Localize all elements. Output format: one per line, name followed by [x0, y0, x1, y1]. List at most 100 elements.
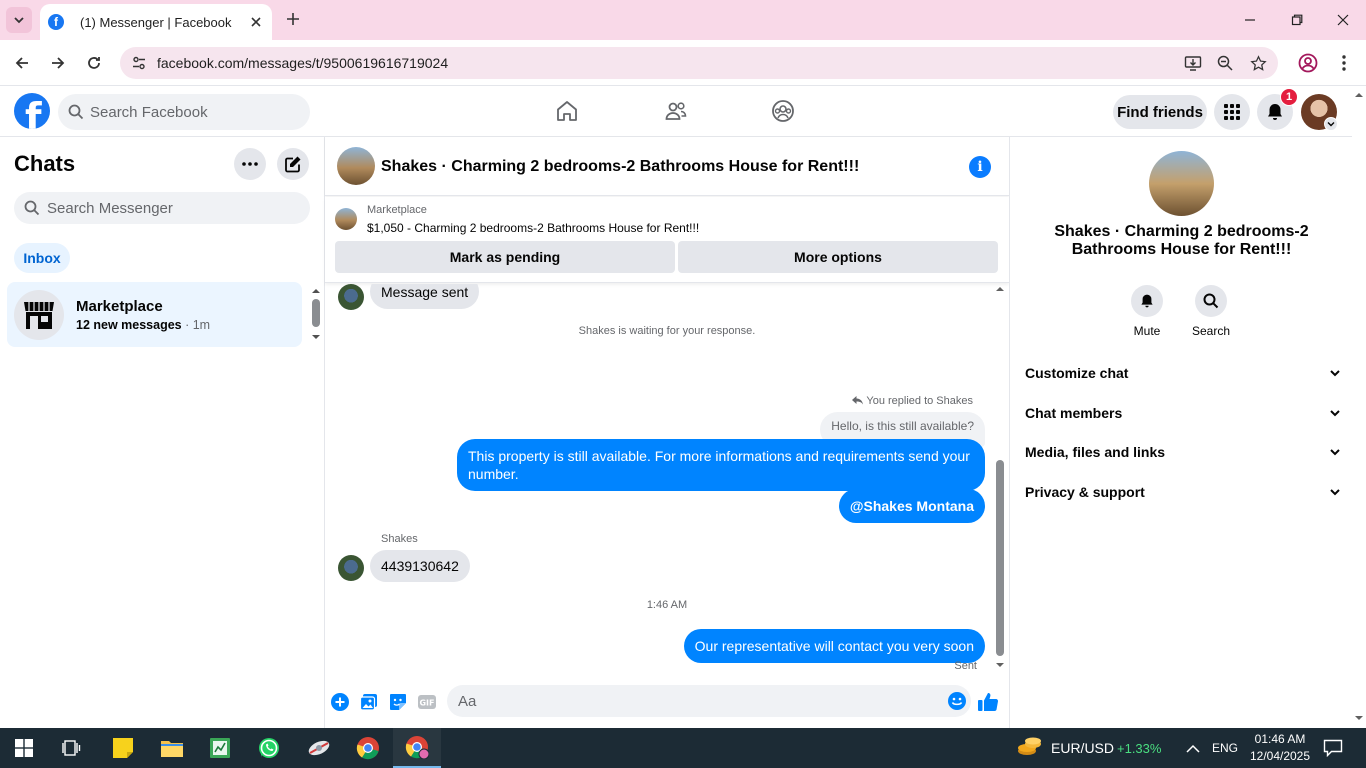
inbox-filter-tab[interactable]: Inbox [14, 243, 70, 273]
customize-chat-section[interactable]: Customize chat [1025, 355, 1341, 391]
ticker-change: +1.33% [1117, 741, 1162, 756]
page-scrollbar[interactable] [1352, 87, 1366, 728]
scrollbar-thumb[interactable] [996, 460, 1004, 656]
gif-icon: GIF [418, 695, 436, 709]
search-in-conversation-action[interactable]: Search [1181, 285, 1241, 338]
chats-sidebar: Chats Search Messenger Inbox Marketplace… [0, 137, 325, 728]
sticker-icon [390, 694, 406, 710]
more-options-button[interactable]: More options [678, 241, 998, 273]
svg-text:GIF: GIF [419, 699, 434, 708]
satellite-app[interactable] [295, 728, 343, 768]
gif-button[interactable]: GIF [416, 691, 438, 713]
section-label: Chat members [1025, 405, 1123, 421]
outgoing-mention-message[interactable]: @Shakes Montana [838, 489, 985, 523]
mark-as-pending-button[interactable]: Mark as pending [335, 241, 675, 273]
sticker-button[interactable] [387, 691, 409, 713]
message-input[interactable]: Aa [447, 685, 971, 717]
conversation-title[interactable]: Shakes · Charming 2 bedrooms-2 Bathrooms… [381, 158, 859, 176]
whatsapp-app[interactable] [245, 728, 293, 768]
browser-toolbar: facebook.com/messages/t/9500619616719024 [0, 40, 1366, 86]
new-tab-button[interactable] [282, 8, 304, 30]
new-message-button[interactable] [277, 148, 309, 180]
site-info-button[interactable] [128, 52, 150, 74]
start-button[interactable] [0, 728, 48, 768]
conversation-info-button[interactable]: i [969, 156, 991, 178]
browser-tab[interactable]: f (1) Messenger | Facebook [40, 4, 272, 40]
show-hidden-icons-button[interactable] [1186, 741, 1202, 755]
media-files-links-section[interactable]: Media, files and links [1025, 434, 1341, 470]
close-window-button[interactable] [1331, 8, 1355, 32]
back-button[interactable] [9, 50, 35, 76]
browser-profile-button[interactable] [1296, 51, 1320, 75]
forward-button[interactable] [45, 50, 71, 76]
home-nav-button[interactable] [553, 97, 581, 125]
friends-nav-button[interactable] [662, 97, 690, 125]
thread-scrollbar[interactable] [993, 282, 1007, 672]
bell-icon [1141, 294, 1153, 308]
minimize-button[interactable] [1238, 8, 1262, 32]
section-label: Privacy & support [1025, 484, 1145, 500]
reload-button[interactable] [81, 50, 107, 76]
account-chevron[interactable] [1324, 117, 1338, 131]
menu-button[interactable] [1214, 94, 1250, 130]
incoming-message[interactable]: 4439130642 [370, 550, 470, 582]
chrome-icon [356, 737, 379, 760]
emoji-button[interactable] [947, 691, 967, 714]
install-app-button[interactable] [1182, 52, 1204, 74]
facebook-logo-icon[interactable]: f [14, 93, 50, 129]
chevron-down-icon [1330, 370, 1340, 377]
search-icon [24, 200, 40, 216]
chats-options-button[interactable] [234, 148, 266, 180]
outgoing-message[interactable]: This property is still available. For mo… [457, 439, 985, 491]
privacy-support-section[interactable]: Privacy & support [1025, 474, 1341, 510]
clock-date[interactable]: 12/04/2025 [1248, 749, 1312, 763]
chat-members-section[interactable]: Chat members [1025, 395, 1341, 431]
clock-time[interactable]: 01:46 AM [1252, 732, 1308, 746]
reply-indicator: You replied to Shakes [852, 395, 973, 407]
file-explorer-app[interactable] [148, 728, 196, 768]
message-thread: Message sent Shakes is waiting for your … [325, 284, 1009, 670]
sticky-notes-app[interactable] [99, 728, 147, 768]
listing-title[interactable]: $1,050 - Charming 2 bedrooms-2 Bathrooms… [367, 221, 699, 235]
browser-menu-button[interactable] [1332, 51, 1356, 75]
incoming-message[interactable]: Message sent [370, 284, 480, 309]
sticky-notes-icon [113, 738, 133, 758]
chat-list-item[interactable]: Marketplace 12 new messages · 1m [7, 282, 302, 347]
chat-list-scrollbar[interactable] [311, 287, 321, 341]
groups-nav-button[interactable] [769, 97, 797, 125]
coins-icon [1018, 737, 1041, 755]
ticker-widget-icon[interactable] [1017, 736, 1043, 760]
mute-button[interactable] [1131, 285, 1163, 317]
attach-photo-button[interactable] [358, 691, 380, 713]
spreadsheet-app[interactable] [196, 728, 244, 768]
zoom-button[interactable] [1214, 52, 1236, 74]
message-composer: GIF Aa [325, 680, 1009, 724]
find-friends-button[interactable]: Find friends [1113, 95, 1207, 129]
search-label: Search [1191, 324, 1231, 338]
bookmark-button[interactable] [1247, 52, 1269, 74]
task-view-button[interactable] [48, 728, 96, 768]
input-language[interactable]: ENG [1212, 741, 1238, 755]
address-bar[interactable]: facebook.com/messages/t/9500619616719024 [120, 47, 1278, 79]
notification-center-button[interactable] [1323, 739, 1343, 758]
scrollbar-thumb[interactable] [312, 299, 320, 327]
reply-icon [852, 396, 864, 405]
close-tab-button[interactable] [244, 10, 268, 34]
details-avatar[interactable] [1149, 151, 1214, 216]
like-button[interactable] [977, 691, 999, 713]
listing-thumbnail[interactable] [335, 208, 357, 230]
conversation-avatar[interactable] [337, 147, 375, 185]
facebook-search-input[interactable]: Search Facebook [58, 94, 310, 130]
messenger-search-input[interactable]: Search Messenger [14, 192, 310, 224]
outgoing-message[interactable]: Our representative will contact you very… [683, 629, 985, 663]
more-actions-button[interactable] [329, 691, 351, 713]
restore-button[interactable] [1285, 8, 1309, 32]
chrome-app[interactable] [344, 728, 392, 768]
sender-name: Shakes [381, 533, 418, 545]
chat-preview-text: 12 new messages [76, 318, 182, 332]
windows-logo-icon [15, 739, 33, 757]
search-conversation-button[interactable] [1195, 285, 1227, 317]
tab-search-button[interactable] [6, 7, 32, 33]
mute-action[interactable]: Mute [1117, 285, 1177, 338]
chrome-profile-app[interactable] [393, 728, 441, 768]
